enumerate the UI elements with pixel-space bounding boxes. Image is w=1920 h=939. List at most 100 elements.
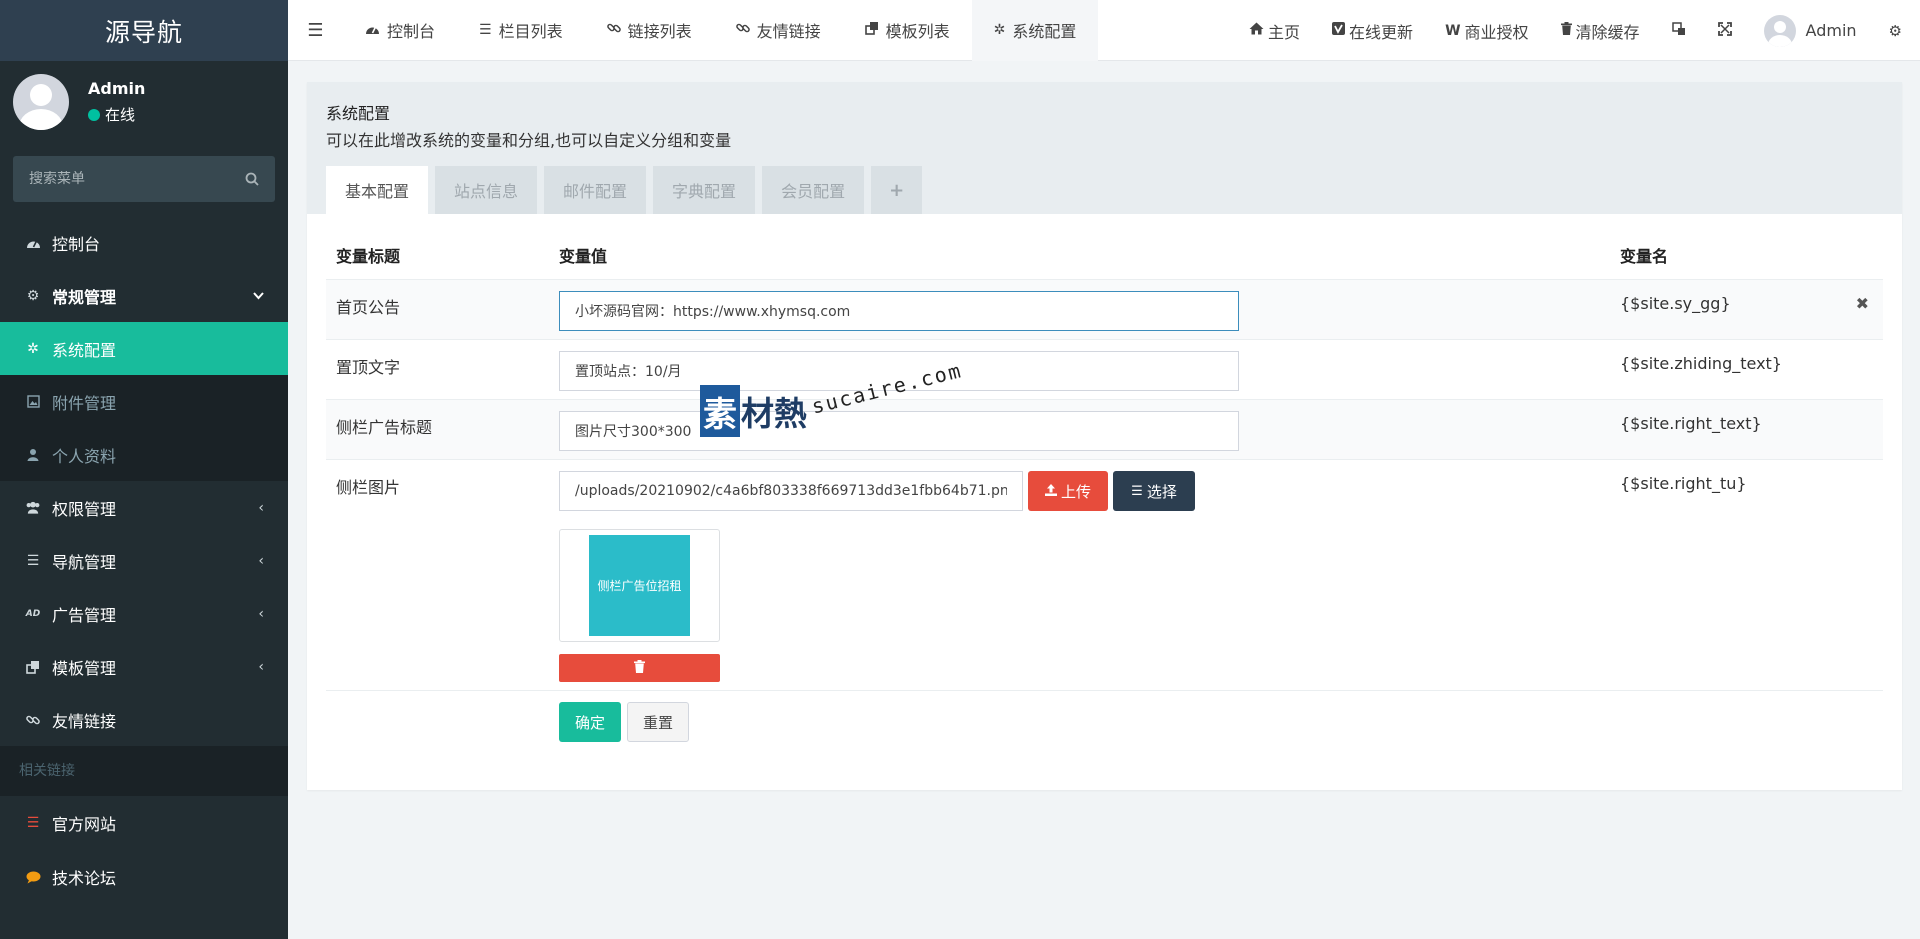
- top-text-input[interactable]: [559, 351, 1239, 391]
- comment-icon: [25, 871, 41, 884]
- link-icon: [606, 21, 621, 39]
- translate-icon: [1671, 21, 1686, 40]
- menu-toggle-icon[interactable]: ☰: [288, 0, 343, 61]
- sidebar-search: [13, 156, 275, 202]
- tab-link-list[interactable]: 链接列表: [585, 0, 714, 61]
- row-var-name: {$site.zhiding_text}: [1620, 354, 1782, 373]
- table-header: 变量标题 变量值 变量名: [326, 230, 1883, 280]
- group-icon: [25, 501, 41, 514]
- trash-icon: [1560, 22, 1572, 39]
- tab-system-config[interactable]: ✲ 系统配置: [971, 0, 1099, 61]
- image-icon: [25, 395, 41, 408]
- ad-icon: AD: [25, 608, 41, 619]
- sidebar-item-label: 权限管理: [52, 499, 117, 519]
- tab-dashboard[interactable]: 控制台: [343, 0, 457, 61]
- tab-site-info[interactable]: 站点信息: [435, 166, 538, 214]
- tab-template-list[interactable]: 模板列表: [843, 0, 972, 61]
- vimeo-icon: [1332, 22, 1346, 39]
- tab-label: 模板列表: [885, 22, 950, 41]
- sidebar-image-input[interactable]: [559, 471, 1023, 511]
- translate-button[interactable]: [1656, 0, 1702, 61]
- select-button[interactable]: ☰ 选择: [1113, 471, 1195, 511]
- list-icon: ☰: [26, 815, 40, 831]
- header-value: 变量值: [559, 246, 608, 266]
- sidebar-item-official-site[interactable]: ☰ 官方网站: [0, 796, 288, 850]
- gear-icon: ✲: [993, 22, 1006, 38]
- close-icon[interactable]: ✖: [1856, 294, 1869, 313]
- sidebar-item-config[interactable]: ✲ 系统配置: [0, 322, 288, 375]
- panel-heading: 系统配置 可以在此增改系统的变量和分组,也可以自定义分组和变量 基本配置 站点信…: [307, 82, 1902, 214]
- cogs-icon: ⚙: [1888, 21, 1902, 40]
- table-row: 侧栏广告标题 {$site.right_text}: [326, 400, 1883, 460]
- search-icon[interactable]: [245, 172, 259, 186]
- tab-basic-config[interactable]: 基本配置: [326, 166, 429, 214]
- row-var-name: {$site.right_tu}: [1620, 474, 1747, 493]
- menu-header-links: 相关链接: [0, 746, 288, 796]
- tab-dictionary-config[interactable]: 字典配置: [653, 166, 756, 214]
- clear-cache-link[interactable]: 清除缓存: [1545, 0, 1656, 61]
- tab-label: 控制台: [387, 22, 436, 41]
- row-var-name: {$site.right_text}: [1620, 414, 1762, 433]
- nav-link-label: 主页: [1268, 22, 1301, 42]
- tab-member-config[interactable]: 会员配置: [762, 166, 865, 214]
- tab-label: 链接列表: [627, 22, 692, 41]
- avatar[interactable]: [13, 74, 69, 130]
- user-menu[interactable]: Admin: [1748, 0, 1873, 61]
- sidebar-item-template[interactable]: 模板管理 ‹: [0, 640, 288, 693]
- preview-thumbnail[interactable]: 侧栏广告位招租: [589, 535, 690, 636]
- online-dot-icon: [88, 108, 100, 121]
- fullscreen-icon: [1717, 21, 1732, 40]
- tab-mail-config[interactable]: 邮件配置: [544, 166, 647, 214]
- search-input[interactable]: [29, 171, 229, 187]
- tab-category-list[interactable]: ☰ 栏目列表: [457, 0, 585, 61]
- sidebar-ad-title-input[interactable]: [559, 411, 1239, 451]
- user-icon: [25, 448, 41, 461]
- sidebar-item-dashboard[interactable]: 控制台: [0, 216, 288, 269]
- clone-icon: [25, 660, 41, 674]
- row-title: 侧栏广告标题: [336, 418, 433, 437]
- license-link[interactable]: W 商业授权: [1429, 0, 1544, 61]
- sidebar-item-permission[interactable]: 权限管理 ‹: [0, 481, 288, 534]
- sidebar-item-forum[interactable]: 技术论坛: [0, 850, 288, 904]
- tab-friend-links[interactable]: 友情链接: [714, 0, 843, 61]
- sidebar-item-profile[interactable]: 个人资料: [0, 428, 288, 481]
- image-preview: 侧栏广告位招租: [559, 529, 720, 642]
- online-update-link[interactable]: 在线更新: [1316, 0, 1429, 61]
- tab-label: 栏目列表: [498, 22, 563, 41]
- clone-icon: [864, 21, 879, 39]
- trash-icon: [634, 659, 645, 677]
- table-row: 侧栏图片 上传 ☰ 选择 侧栏广告位招租: [326, 460, 1883, 691]
- user-panel: Admin 在线: [0, 61, 288, 143]
- chevron-left-icon: ‹: [258, 658, 264, 675]
- chevron-left-icon: ‹: [258, 605, 264, 622]
- reset-button[interactable]: 重置: [627, 702, 689, 742]
- sidebar-item-friendlink[interactable]: 友情链接: [0, 693, 288, 746]
- upload-button[interactable]: 上传: [1028, 471, 1108, 511]
- row-title: 侧栏图片: [336, 478, 401, 497]
- chevron-down-icon: [253, 288, 264, 304]
- table-row: 置顶文字 {$site.zhiding_text}: [326, 340, 1883, 400]
- add-group-button[interactable]: +: [871, 166, 923, 214]
- select-label: 选择: [1146, 482, 1177, 501]
- sidebar-item-general[interactable]: ⚙ 常规管理: [0, 269, 288, 322]
- confirm-button[interactable]: 确定: [559, 702, 621, 742]
- form-actions: 确定 重置: [326, 691, 1883, 752]
- sidebar-menu: 控制台 ⚙ 常规管理 ✲ 系统配置 附件管理 个人资料 权限管理 ‹ ☰ 导航管…: [0, 216, 288, 904]
- nav-link-label: 在线更新: [1349, 22, 1414, 42]
- sidebar-item-ads[interactable]: AD 广告管理 ‹: [0, 587, 288, 640]
- sidebar-item-attachment[interactable]: 附件管理: [0, 375, 288, 428]
- sidebar-item-label: 常规管理: [52, 287, 117, 307]
- notice-input[interactable]: [559, 291, 1239, 331]
- chevron-left-icon: ‹: [258, 552, 264, 569]
- header-name: 变量名: [1620, 246, 1669, 266]
- sidebar-item-label: 模板管理: [52, 658, 117, 678]
- config-panel: 系统配置 可以在此增改系统的变量和分组,也可以自定义分组和变量 基本配置 站点信…: [307, 82, 1902, 790]
- fullscreen-button[interactable]: [1702, 0, 1748, 61]
- sidebar: 源导航 Admin 在线 控制台 ⚙ 常规管理 ✲: [0, 0, 288, 939]
- app-logo[interactable]: 源导航: [0, 0, 288, 61]
- delete-image-button[interactable]: [559, 654, 720, 682]
- settings-button[interactable]: ⚙: [1873, 0, 1920, 61]
- home-link[interactable]: 主页: [1233, 0, 1316, 61]
- sidebar-item-navigation[interactable]: ☰ 导航管理 ‹: [0, 534, 288, 587]
- page-description: 可以在此增改系统的变量和分组,也可以自定义分组和变量: [326, 131, 732, 150]
